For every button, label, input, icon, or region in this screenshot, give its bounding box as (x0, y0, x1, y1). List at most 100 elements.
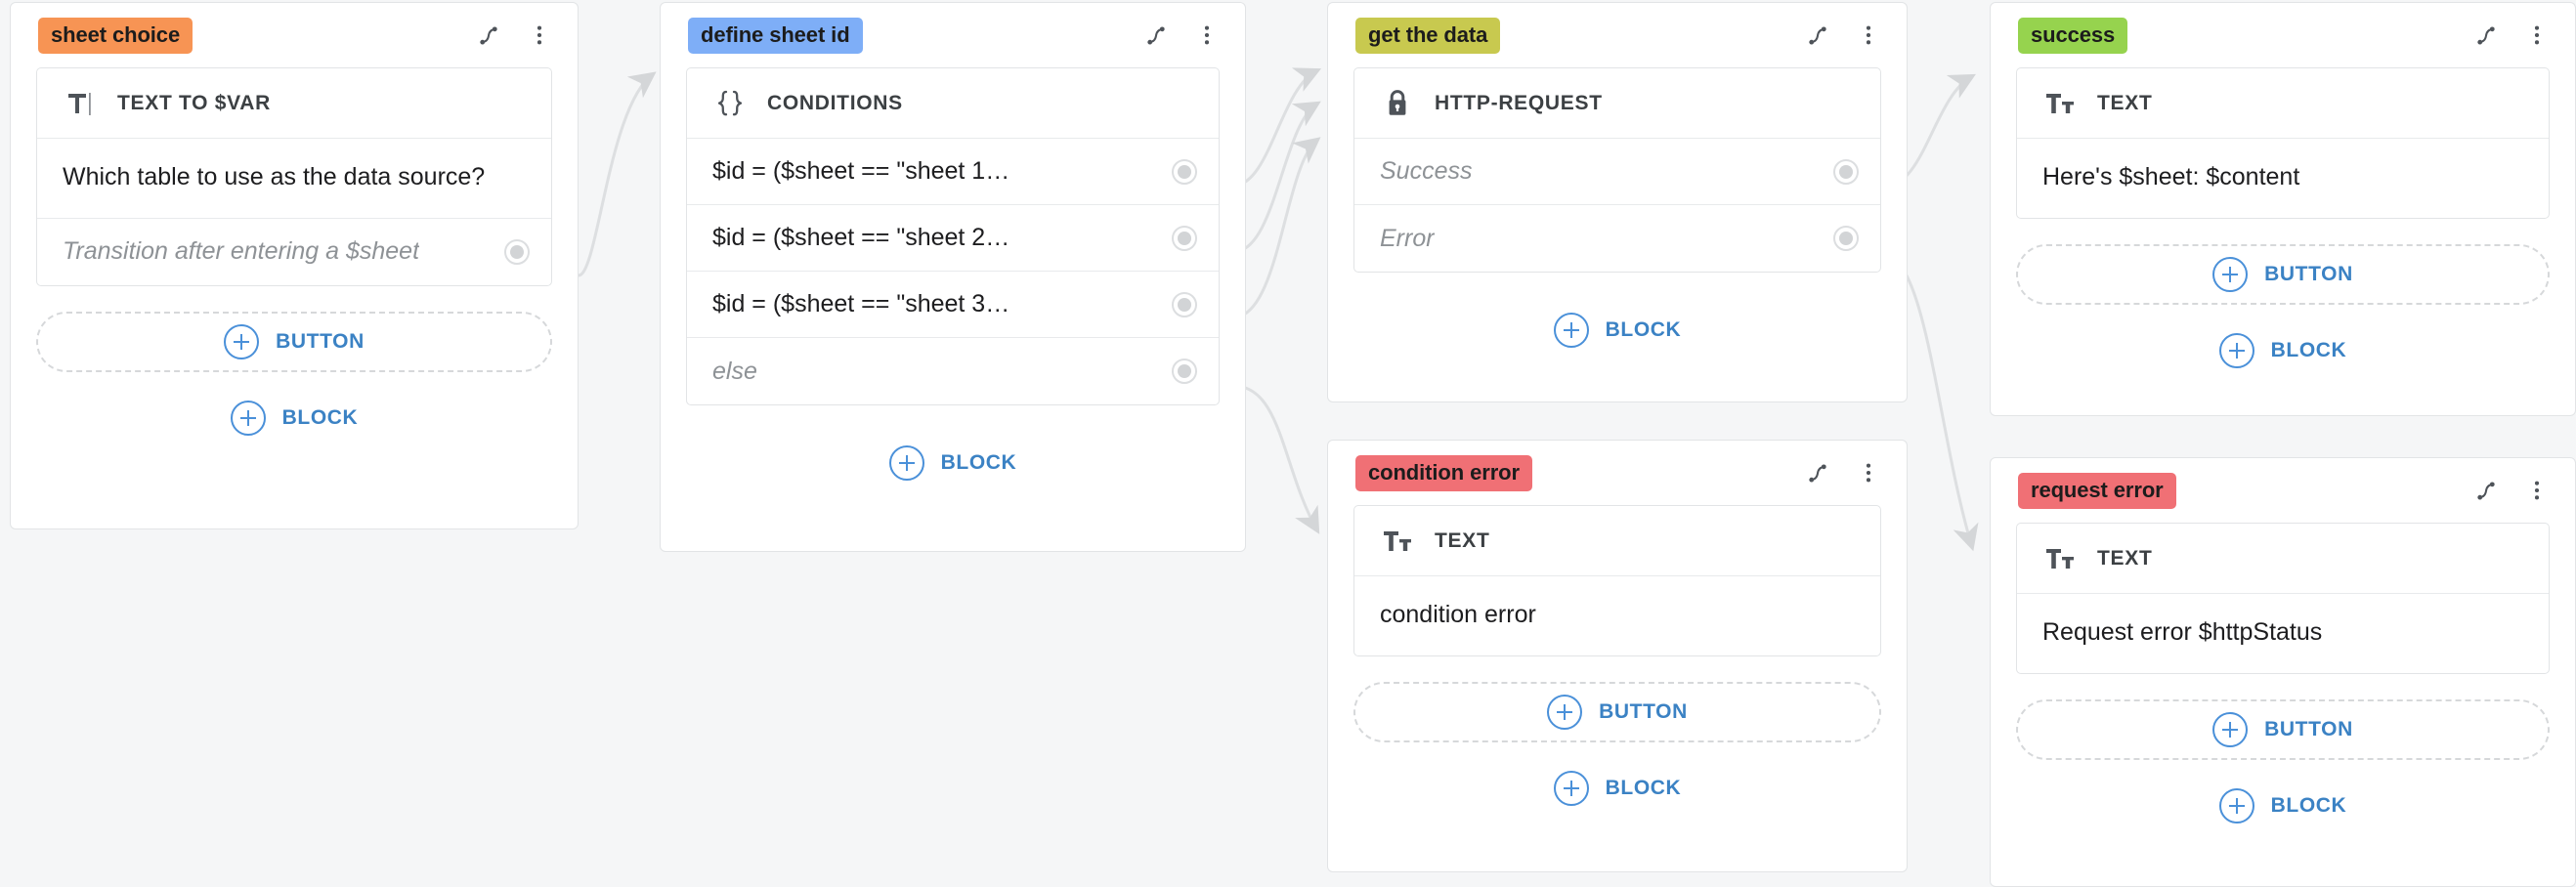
wire-1 (579, 74, 653, 275)
output-port[interactable] (1833, 226, 1859, 251)
branch-path-icon[interactable] (476, 21, 501, 50)
add-block-label: BLOCK (2271, 339, 2347, 362)
condition-row[interactable]: $id = ($sheet == "sheet 3… (687, 272, 1219, 338)
branch-path-icon[interactable] (1143, 21, 1169, 50)
card-header: condition error (1328, 441, 1907, 505)
card-header: get the data (1328, 3, 1907, 67)
add-block[interactable]: BLOCK (36, 396, 552, 441)
node-card-success[interactable]: success (1990, 2, 2576, 416)
add-button-label: BUTTON (276, 330, 365, 354)
plus-icon (2219, 333, 2254, 368)
condition-row-label: $id = ($sheet == "sheet 1… (712, 157, 1009, 186)
add-block-label: BLOCK (2271, 794, 2347, 818)
branch-path-icon[interactable] (2473, 476, 2499, 505)
block-text-to-var[interactable]: TEXT TO $VAR Which table to use as the d… (36, 67, 552, 286)
output-port[interactable] (504, 239, 530, 265)
add-button-label: BUTTON (2264, 263, 2353, 286)
condition-row-else[interactable]: else (687, 338, 1219, 404)
block-conditions[interactable]: CONDITIONS $id = ($sheet == "sheet 1… $i… (686, 67, 1220, 405)
more-vertical-icon[interactable] (527, 21, 552, 50)
more-vertical-icon[interactable] (1856, 458, 1881, 487)
block-type-label: TEXT (2097, 92, 2152, 115)
output-row-success[interactable]: Success (1354, 139, 1880, 205)
plus-icon (1554, 771, 1589, 806)
add-button-label: BUTTON (1599, 700, 1688, 724)
node-card-request-error[interactable]: request error (1990, 457, 2576, 887)
node-card-get-the-data[interactable]: get the data (1327, 2, 1908, 402)
block-body-text[interactable]: Here's $sheet: $content (2017, 139, 2549, 218)
plus-icon (2212, 712, 2248, 747)
node-card-condition-error[interactable]: condition error (1327, 440, 1908, 872)
output-port[interactable] (1172, 226, 1197, 251)
block-header: TEXT (2017, 68, 2549, 139)
card-header: define sheet id (661, 3, 1245, 67)
add-block[interactable]: BLOCK (1353, 308, 1881, 353)
add-block[interactable]: BLOCK (2016, 783, 2550, 828)
text-format-icon (2042, 86, 2078, 121)
add-button[interactable]: BUTTON (36, 312, 552, 372)
plus-icon (224, 324, 259, 359)
condition-row-label: $id = ($sheet == "sheet 2… (712, 224, 1009, 252)
block-header: TEXT (2017, 524, 2549, 594)
node-card-sheet-choice[interactable]: sheet choice (10, 2, 579, 529)
card-header: request error (1991, 458, 2575, 523)
condition-row[interactable]: $id = ($sheet == "sheet 1… (687, 139, 1219, 205)
add-block[interactable]: BLOCK (686, 441, 1220, 486)
add-button-label: BUTTON (2264, 718, 2353, 741)
add-button[interactable]: BUTTON (2016, 699, 2550, 760)
output-port[interactable] (1172, 159, 1197, 185)
branch-path-icon[interactable] (2473, 21, 2499, 50)
node-title-badge[interactable]: success (2018, 18, 2127, 54)
block-http-request[interactable]: HTTP-REQUEST Success Error (1353, 67, 1881, 273)
plus-icon (231, 401, 266, 436)
output-row-label: Error (1380, 225, 1435, 253)
add-block[interactable]: BLOCK (2016, 328, 2550, 373)
block-type-label: CONDITIONS (767, 92, 903, 115)
node-title-badge[interactable]: get the data (1355, 18, 1500, 54)
transition-row[interactable]: Transition after entering a $sheet (37, 219, 551, 285)
condition-row[interactable]: $id = ($sheet == "sheet 2… (687, 205, 1219, 272)
output-port[interactable] (1172, 292, 1197, 317)
plus-icon (1547, 695, 1582, 730)
more-vertical-icon[interactable] (2524, 476, 2550, 505)
add-button[interactable]: BUTTON (2016, 244, 2550, 305)
more-vertical-icon[interactable] (2524, 21, 2550, 50)
add-button[interactable]: BUTTON (1353, 682, 1881, 742)
text-format-icon (1380, 524, 1415, 559)
node-title-badge[interactable]: define sheet id (688, 18, 863, 54)
node-title-badge[interactable]: request error (2018, 473, 2176, 509)
block-text[interactable]: TEXT condition error (1353, 505, 1881, 656)
node-card-define-sheet-id[interactable]: define sheet id (660, 2, 1246, 552)
add-block-label: BLOCK (941, 451, 1017, 475)
plus-icon (2212, 257, 2248, 292)
add-block-label: BLOCK (282, 406, 359, 430)
transition-row-label: Transition after entering a $sheet (63, 237, 419, 266)
block-header: TEXT TO $VAR (37, 68, 551, 139)
node-title-badge[interactable]: condition error (1355, 455, 1532, 491)
condition-row-label: $id = ($sheet == "sheet 3… (712, 290, 1009, 318)
block-body-text[interactable]: condition error (1354, 576, 1880, 655)
card-header: success (1991, 3, 2575, 67)
branch-path-icon[interactable] (1805, 458, 1830, 487)
add-block[interactable]: BLOCK (1353, 766, 1881, 811)
block-body-text[interactable]: Which table to use as the data source? (37, 139, 551, 219)
more-vertical-icon[interactable] (1194, 21, 1220, 50)
block-type-label: HTTP-REQUEST (1435, 92, 1603, 115)
lock-icon (1380, 86, 1415, 121)
block-body-text[interactable]: Request error $httpStatus (2017, 594, 2549, 673)
output-port[interactable] (1833, 159, 1859, 185)
condition-row-label: else (712, 358, 757, 386)
curly-braces-icon (712, 86, 748, 121)
block-text[interactable]: TEXT Here's $sheet: $content (2016, 67, 2550, 219)
more-vertical-icon[interactable] (1856, 21, 1881, 50)
branch-path-icon[interactable] (1805, 21, 1830, 50)
output-row-error[interactable]: Error (1354, 205, 1880, 272)
output-row-label: Success (1380, 157, 1472, 186)
flow-canvas[interactable]: sheet choice (0, 0, 2576, 875)
text-format-icon (2042, 541, 2078, 576)
plus-icon (889, 445, 924, 481)
output-port[interactable] (1172, 359, 1197, 384)
block-text[interactable]: TEXT Request error $httpStatus (2016, 523, 2550, 674)
node-title-badge[interactable]: sheet choice (38, 18, 193, 54)
block-type-label: TEXT (2097, 547, 2152, 570)
